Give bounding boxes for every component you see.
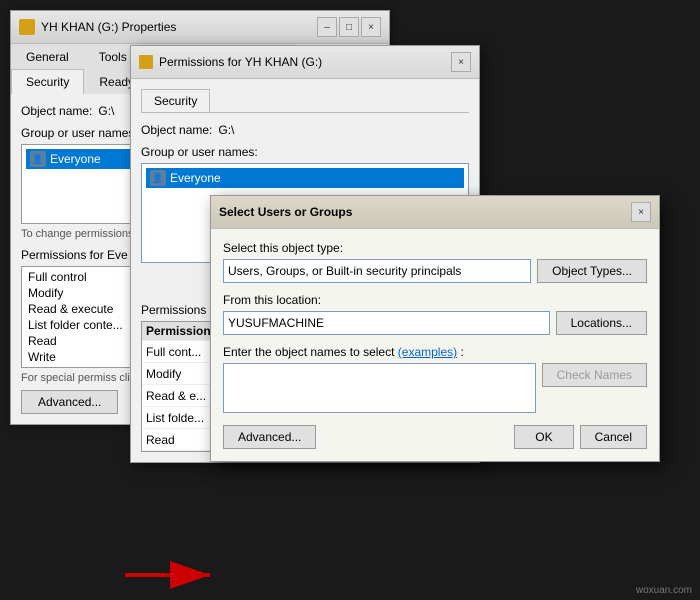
examples-link[interactable]: (examples) (398, 345, 457, 359)
locations-button[interactable]: Locations... (556, 311, 647, 335)
select-users-controls[interactable]: × (631, 202, 651, 222)
maximize-button[interactable]: □ (339, 17, 359, 37)
drive-icon (19, 19, 35, 35)
perm-readexecute-label: Read & execute (28, 302, 113, 316)
perm-listfolder-label: List folder conte... (28, 318, 123, 332)
cancel-button[interactable]: Cancel (580, 425, 647, 449)
perm-user-everyone[interactable]: 👤 Everyone (146, 168, 464, 188)
ok-button[interactable]: OK (514, 425, 573, 449)
permissions-dialog-tabs: Security (141, 89, 469, 113)
select-users-bottom-row: Advanced... OK Cancel (223, 425, 647, 449)
perm-object-name-label: Object name: (141, 123, 212, 137)
permissions-dialog-titlebar: Permissions for YH KHAN (G:) × (131, 46, 479, 79)
perm-user-everyone-label: Everyone (170, 171, 221, 185)
select-users-dialog: Select Users or Groups × Select this obj… (210, 195, 660, 462)
enter-names-row: Enter the object names to select (exampl… (223, 345, 647, 359)
perm-fullcontrol-label: Full control (28, 270, 87, 284)
object-names-section: Check Names (223, 363, 647, 413)
properties-titlebar: YH KHAN (G:) Properties – □ × (11, 11, 389, 44)
watermark: woxuan.com (636, 585, 692, 596)
perm-user-icon: 👤 (150, 170, 166, 186)
select-users-advanced-button[interactable]: Advanced... (223, 425, 316, 449)
select-users-title: Select Users or Groups (219, 205, 352, 219)
object-type-label: Select this object type: (223, 241, 647, 255)
tab-security[interactable]: Security (11, 69, 84, 94)
bg-user-everyone-label: Everyone (50, 152, 101, 166)
object-types-button[interactable]: Object Types... (537, 259, 647, 283)
colon: : (460, 345, 463, 359)
enter-names-label: Enter the object names to select (223, 345, 394, 359)
perm-modify-label: Modify (28, 286, 63, 300)
perm-group-label: Group or user names: (141, 145, 469, 159)
select-users-titlebar: Select Users or Groups × (211, 196, 659, 229)
check-names-button[interactable]: Check Names (542, 363, 647, 387)
bg-advanced-button[interactable]: Advanced... (21, 390, 118, 414)
object-name-label: Object name: (21, 104, 92, 118)
object-type-row: Object Types... (223, 259, 647, 283)
object-type-input[interactable] (223, 259, 531, 283)
minimize-button[interactable]: – (317, 17, 337, 37)
perm-object-name-row: Object name: G:\ (141, 123, 469, 137)
perm-read-label: Read (28, 334, 57, 348)
arrow-to-advanced (125, 555, 225, 598)
perm-object-name-value: G:\ (218, 123, 234, 137)
perm-write-label: Write (28, 350, 56, 364)
window-controls[interactable]: – □ × (317, 17, 381, 37)
tab-general[interactable]: General (11, 44, 84, 69)
object-name-value: G:\ (98, 104, 114, 118)
ok-cancel-row: OK Cancel (514, 425, 647, 449)
properties-title: YH KHAN (G:) Properties (19, 19, 176, 35)
permissions-tab-security[interactable]: Security (141, 89, 210, 112)
permissions-dialog-title: Permissions for YH KHAN (G:) (139, 55, 322, 69)
location-label: From this location: (223, 293, 647, 307)
permissions-dialog-controls[interactable]: × (451, 52, 471, 72)
select-users-close[interactable]: × (631, 202, 651, 222)
location-row: Locations... (223, 311, 647, 335)
close-button[interactable]: × (361, 17, 381, 37)
location-input[interactable] (223, 311, 550, 335)
dialog-drive-icon (139, 55, 153, 69)
permissions-dialog-close[interactable]: × (451, 52, 471, 72)
select-users-content: Select this object type: Object Types...… (211, 229, 659, 461)
object-names-input[interactable] (223, 363, 536, 413)
user-icon: 👤 (30, 151, 46, 167)
